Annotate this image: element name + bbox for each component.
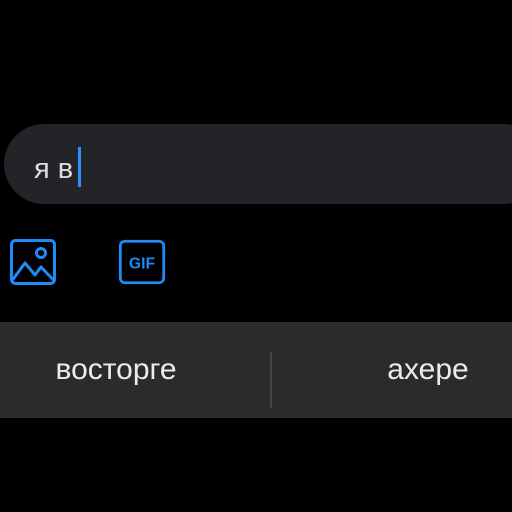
message-value: я в — [34, 153, 74, 185]
keyboard-suggestion-bar: восторге ахере — [0, 322, 512, 418]
add-gif-button[interactable]: GIF — [118, 237, 166, 287]
image-icon — [10, 239, 56, 285]
message-input[interactable]: я в — [4, 124, 512, 204]
text-caret — [78, 147, 82, 187]
message-text: я в — [34, 147, 82, 187]
gif-icon: GIF — [118, 239, 166, 285]
add-image-button[interactable] — [9, 237, 57, 287]
gif-label: GIF — [129, 255, 156, 272]
suggestion-divider — [270, 352, 272, 408]
suggestion-item[interactable]: ахере — [302, 322, 512, 418]
suggestion-item[interactable]: восторге — [0, 322, 232, 418]
compose-screen: я в GIF восторге ахере — [0, 0, 512, 512]
